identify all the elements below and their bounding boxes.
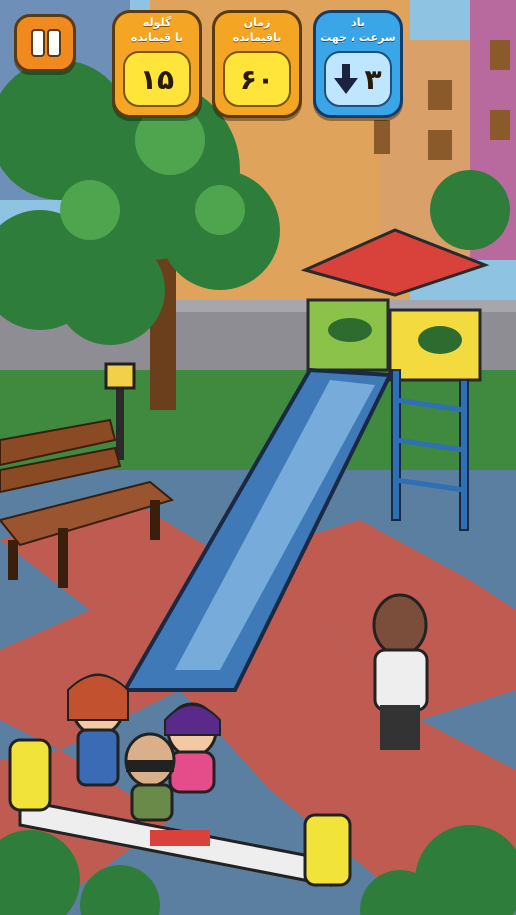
time-label: زمان باقیمانده [232, 16, 282, 44]
arrow-down-icon [334, 64, 359, 94]
wind-value: ۳ [364, 62, 382, 96]
wind-label: باد سرعت ، جهت [320, 16, 396, 44]
game-stage[interactable]: گلوله با قیمانده ۱۵ زمان باقیمانده ۶۰ با… [0, 0, 516, 915]
lamp-post [116, 380, 124, 460]
pause-button[interactable] [14, 14, 76, 72]
time-value: ۶۰ [239, 62, 275, 96]
wind-indicator: باد سرعت ، جهت ۳ [313, 10, 403, 118]
bullets-counter: گلوله با قیمانده ۱۵ [112, 10, 202, 118]
bullets-label: گلوله با قیمانده [130, 16, 184, 44]
bullets-value: ۱۵ [139, 62, 175, 96]
park-scene [0, 0, 516, 915]
villain-character [372, 593, 429, 750]
bush [430, 170, 510, 250]
time-counter: زمان باقیمانده ۶۰ [212, 10, 302, 118]
